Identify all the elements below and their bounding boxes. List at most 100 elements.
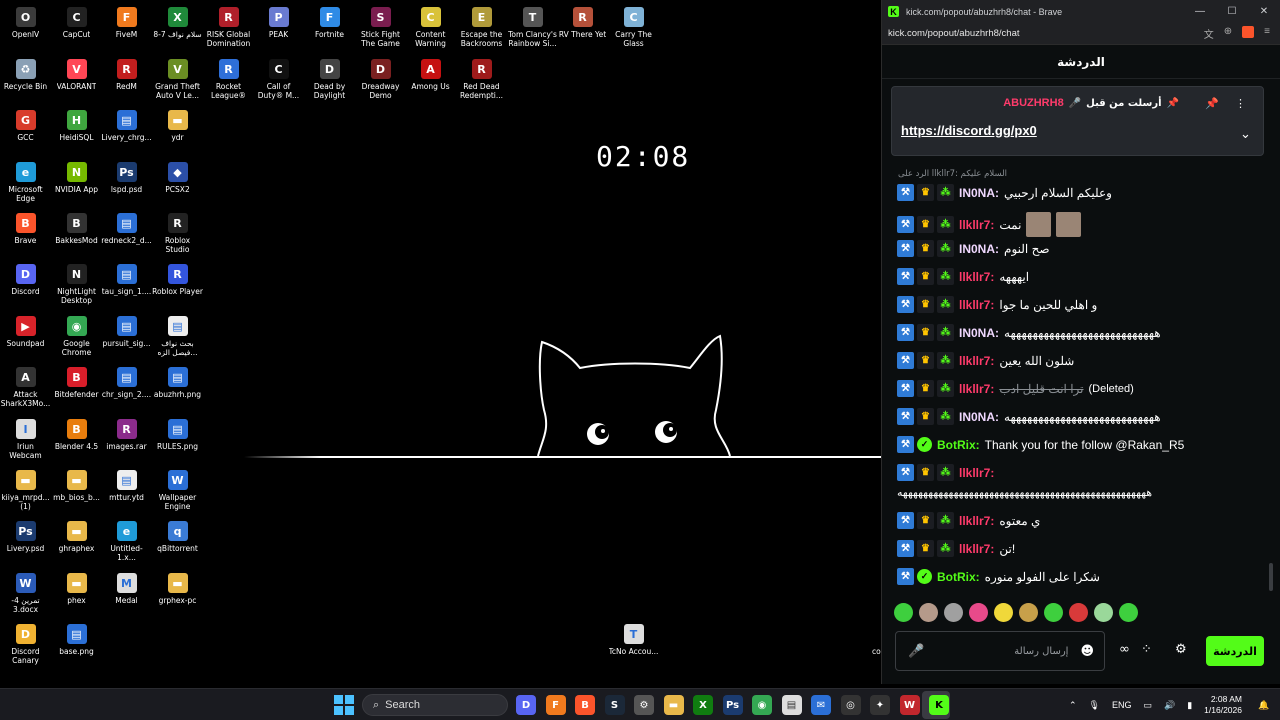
desktop-icon[interactable]: F FiveM (101, 3, 152, 39)
desktop-icon[interactable]: X سلام نواف 7-8 (152, 3, 203, 39)
dots-icon[interactable]: ⁘ (1141, 642, 1152, 657)
chat-message[interactable]: ⚒ ♛ ⁂ IN0NA: هههههههههههههههههههههههههههه (897, 408, 1161, 425)
chat-message[interactable]: ⚒ ♛ ⁂ llkllr7: ايهههه (897, 268, 1029, 285)
maximize-icon[interactable]: ☐ (1216, 6, 1248, 17)
desktop-icon[interactable]: T Tom Clancy's Rainbow Si... (507, 3, 558, 48)
chat-message[interactable]: ⚒ ♛ ⁂ llkllr7: تن! (897, 540, 1015, 557)
microphone-icon[interactable]: 🎙 (1089, 700, 1100, 711)
desktop-icon[interactable]: ▬ grphex-pc (152, 569, 203, 605)
address-bar[interactable]: kick.com/popout/abuzhrh8/chat 文 ⊕ ≡ (882, 23, 1280, 45)
desktop-icon[interactable]: V Grand Theft Auto V Le... (152, 55, 203, 100)
desktop-icon[interactable]: R Red Dead Redempti... (456, 55, 507, 100)
volume-icon[interactable]: 🔊 (1164, 700, 1175, 711)
chat-username[interactable]: IN0NA: (959, 326, 999, 340)
desktop-icon[interactable]: V VALORANT (51, 55, 102, 91)
desktop-icon[interactable]: Ps Livery.psd (0, 517, 51, 553)
desktop-icon[interactable]: ▤ RULES.png (152, 415, 203, 451)
desktop-icon[interactable]: R Roblox Studio (152, 209, 203, 254)
taskbar-app-chrome[interactable]: ◉ (752, 695, 772, 715)
chevron-down-icon[interactable]: ⌄ (1240, 127, 1251, 142)
taskbar-app-kick[interactable]: K (929, 695, 949, 715)
desktop-icon[interactable]: ▤ base.png (51, 620, 102, 656)
desktop-icon[interactable]: R RedM (101, 55, 152, 91)
emote-icon[interactable] (1019, 603, 1038, 622)
emote-icon[interactable] (944, 603, 963, 622)
emote-icon[interactable] (894, 603, 913, 622)
desktop-icon[interactable]: ▤ pursuit_sig... (101, 312, 152, 348)
taskbar-app-photoshop[interactable]: Ps (722, 695, 743, 715)
taskbar-app-writer[interactable]: W (899, 695, 920, 715)
chat-username[interactable]: IN0NA: (959, 410, 999, 424)
chat-username[interactable]: llkllr7: (959, 298, 994, 312)
chat-message[interactable]: ⚒ ♛ ⁂ llkllr7: و اهلي للحين ما جوا (897, 296, 1097, 313)
desktop-icon[interactable]: D Discord Canary (0, 620, 51, 665)
desktop-icon[interactable]: T TcNo Accou... (608, 620, 659, 656)
chat-username[interactable]: llkllr7: (959, 514, 994, 528)
chat-input[interactable]: 🎤 إرسال رسالة ☻ (895, 631, 1105, 671)
chat-message[interactable]: ⚒ ♛ ⁂ IN0NA: صح النوم (897, 240, 1050, 257)
desktop-icon[interactable]: W تمرين 4-3.docx (0, 569, 51, 614)
chat-username[interactable]: llkllr7: (959, 382, 994, 396)
mic-icon[interactable]: 🎤 (908, 644, 924, 659)
emote-icon[interactable] (969, 603, 988, 622)
chevron-up-icon[interactable]: ⌃ (1069, 700, 1077, 711)
desktop-icon[interactable]: ▤ Livery_chrg... (101, 106, 152, 142)
taskbar-app-steam[interactable]: S (604, 695, 625, 715)
chat-message[interactable]: ⚒ ♛ ⁂ llkllr7: (897, 464, 994, 481)
close-icon[interactable]: ✕ (1248, 6, 1280, 17)
chat-message[interactable]: ⚒ ♛ ⁂ IN0NA: وعليكم السلام ارحبيي (897, 184, 1112, 201)
desktop-icon[interactable]: O OpenIV (0, 3, 51, 39)
desktop-icon[interactable]: e Untitled-1.x... (101, 517, 152, 562)
chat-username[interactable]: llkllr7: (959, 466, 994, 480)
desktop-icon[interactable]: A Attack SharkX3Mo... (0, 363, 51, 408)
chat-username[interactable]: llkllr7: (959, 542, 994, 556)
taskbar-app-mail[interactable]: ✉ (811, 695, 831, 715)
desktop-icon[interactable]: M Medal (101, 569, 152, 605)
chat-username[interactable]: BotRix: (937, 438, 980, 452)
desktop-icon[interactable]: A Among Us (405, 55, 456, 91)
pinned-user[interactable]: ABUZHRH8 (1003, 97, 1064, 109)
desktop-icon[interactable]: e Microsoft Edge (0, 158, 51, 203)
emote-icon[interactable] (1069, 603, 1088, 622)
chat-message[interactable]: ⚒ ♛ ⁂ llkllr7: نمت (897, 212, 1082, 237)
menu-icon[interactable]: ≡ (1264, 26, 1270, 41)
desktop-icon[interactable]: I Iriun Webcam (0, 415, 51, 460)
chat-username[interactable]: llkllr7: (959, 270, 994, 284)
emote-icon[interactable] (994, 603, 1013, 622)
desktop-icon[interactable]: ▤ بحث نواف فيصل الزه... (152, 312, 203, 357)
chat-username[interactable]: IN0NA: (959, 242, 999, 256)
desktop-icon[interactable]: Ps lspd.psd (101, 158, 152, 194)
desktop-icon[interactable]: ▤ chr_sign_2.... (101, 363, 152, 399)
taskbar-app-obs[interactable]: ◎ (840, 695, 861, 715)
taskbar-app-fivem[interactable]: F (545, 695, 566, 715)
more-options-icon[interactable]: ⋮ (1235, 97, 1246, 110)
taskbar-search[interactable]: ⌕ Search (362, 694, 508, 716)
desktop-icon[interactable]: P PEAK (253, 3, 304, 39)
taskbar-app-discord[interactable]: D (516, 695, 536, 715)
desktop-icon[interactable]: ◉ Google Chrome (51, 312, 102, 357)
desktop-icon[interactable]: ▬ kiiya_mrpd... (1) (0, 466, 51, 511)
desktop-icon[interactable]: ▤ redneck2_d... (101, 209, 152, 245)
desktop-icon[interactable]: ▬ ydr (152, 106, 203, 142)
emote-icon[interactable] (1094, 603, 1113, 622)
desktop-icon[interactable]: ▤ tau_sign_1.... (101, 260, 152, 296)
desktop-icon[interactable]: ♻ Recycle Bin (0, 55, 51, 91)
pin-icon[interactable]: 📌 (1205, 97, 1219, 110)
desktop-icon[interactable]: B Blender 4.5 (51, 415, 102, 451)
desktop-icon[interactable]: ▶ Soundpad (0, 312, 51, 348)
desktop-icon[interactable]: q qBittorrent (152, 517, 203, 553)
desktop-icon[interactable]: F Fortnite (304, 3, 355, 39)
taskbar-app-settings[interactable]: ⚙ (634, 695, 654, 715)
emote-icon[interactable] (919, 603, 938, 622)
chat-message[interactable]: ⚒ ✓ BotRix: شكرا على الفولو منوره (897, 568, 1100, 585)
chat-message[interactable]: ⚒ ♛ ⁂ IN0NA: هههههههههههههههههههههههههههه (897, 324, 1161, 341)
chat-username[interactable]: llkllr7: (959, 218, 994, 232)
desktop-icon[interactable]: E Escape the Backrooms (456, 3, 507, 48)
brave-shields-icon[interactable] (1242, 26, 1255, 38)
desktop-icon[interactable]: G GCC (0, 106, 51, 142)
start-button[interactable] (334, 695, 354, 715)
taskbar-app-notepad[interactable]: ▤ (781, 695, 802, 715)
desktop-icon[interactable]: W Wallpaper Engine (152, 466, 203, 511)
settings-icon[interactable]: ⚙ (1175, 642, 1187, 657)
translate-icon[interactable]: 文 (1204, 26, 1214, 41)
